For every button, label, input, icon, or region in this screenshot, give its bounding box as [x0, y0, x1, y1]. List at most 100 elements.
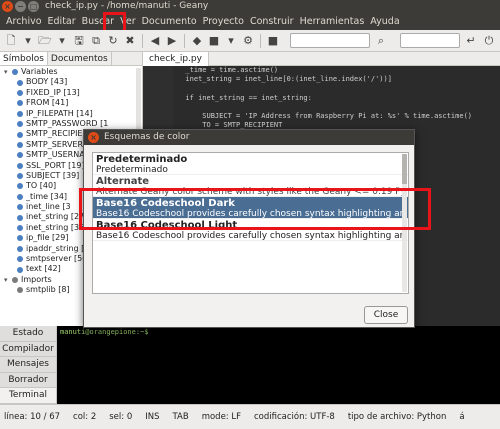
status-extra: á — [459, 412, 465, 422]
code-line: SUBJECT = 'IP Address from Raspberry Pi … — [177, 111, 473, 120]
tab-estado[interactable]: Estado — [0, 326, 56, 342]
selected-scheme-highlight-annotation — [79, 188, 431, 230]
status-encoding: codificación: UTF-8 — [253, 412, 335, 422]
menu-herramientas[interactable]: Herramientas — [297, 13, 368, 30]
variable-icon — [17, 131, 23, 138]
close-dialog-icon[interactable]: × — [88, 132, 99, 143]
tree-item[interactable]: FIXED_IP [13] — [0, 88, 142, 98]
window-controls: × − □ — [2, 1, 39, 12]
tree-item-label: TO [40] — [26, 181, 57, 191]
editor-tab-check-ip[interactable]: check_ip.py — [143, 52, 209, 66]
menu-bar: Archivo Editar Buscar Ver Documento Proy… — [0, 13, 500, 30]
variable-icon — [17, 173, 23, 180]
revert-icon[interactable]: ↻ — [106, 34, 120, 48]
back-arrow-icon[interactable]: ◀ — [148, 34, 162, 48]
toolbar: 🗋 ▾ 🗁 ▾ 🖫 ⧉ ↻ ✖ ◀ ▶ ◆ ■ ▾ ⚙ ■ ⌕ ↵ ⏻ — [0, 30, 500, 52]
minimize-window-icon[interactable]: − — [15, 1, 26, 12]
menu-proyecto[interactable]: Proyecto — [200, 13, 247, 30]
find-icon[interactable]: ⌕ — [374, 34, 388, 48]
forward-arrow-icon[interactable]: ▶ — [165, 34, 179, 48]
menu-archivo[interactable]: Archivo — [3, 13, 45, 30]
status-line: línea: 10 / 67 — [4, 412, 61, 422]
tab-mensajes[interactable]: Mensajes — [0, 357, 56, 373]
close-file-icon[interactable]: ✖ — [123, 34, 137, 48]
variable-icon — [17, 79, 23, 86]
code-line: if inet_string == inet_string: — [177, 93, 312, 102]
tree-item[interactable]: SMTP_PASSWORD [1 — [0, 119, 142, 129]
chevron-down-icon[interactable]: ▾ — [4, 275, 12, 285]
variable-icon — [17, 141, 23, 148]
tree-item-label: inet_line [3 — [26, 202, 71, 212]
variable-icon — [17, 110, 23, 117]
tree-item-label: smtplib [8] — [26, 285, 70, 295]
search-input[interactable] — [290, 33, 370, 48]
tab-documentos[interactable]: Documentos — [48, 52, 112, 65]
tab-terminal[interactable]: Terminal — [0, 388, 56, 404]
tab-simbolos[interactable]: Símbolos — [0, 52, 48, 65]
tab-borrador[interactable]: Borrador — [0, 372, 56, 389]
goto-line-input[interactable] — [400, 33, 460, 48]
variable-icon — [17, 225, 23, 232]
status-ins: INS — [145, 412, 160, 422]
scheme-item-predeterminado[interactable]: Predeterminado Predeterminado — [93, 153, 408, 175]
variable-icon — [17, 193, 23, 200]
chevron-down-icon[interactable]: ▾ — [4, 67, 12, 77]
color-chooser-icon[interactable]: ■ — [266, 34, 280, 48]
goto-line-icon[interactable]: ↵ — [464, 34, 478, 48]
open-file-icon[interactable]: 🗁 — [38, 34, 52, 48]
editor-tab-strip: check_ip.py — [143, 52, 500, 66]
scheme-description: Base16 Codeschool provides carefully cho… — [96, 231, 405, 241]
terminal[interactable]: manuti@orangepione:~$ — [57, 326, 500, 404]
menu-construir[interactable]: Construir — [247, 13, 297, 30]
tab-compilador[interactable]: Compilador — [0, 341, 56, 358]
new-file-icon[interactable]: 🗋 — [4, 34, 18, 48]
import-icon — [17, 287, 23, 294]
tree-item-label: FROM [41] — [26, 98, 69, 108]
quit-icon[interactable]: ⏻ — [482, 34, 496, 48]
close-window-icon[interactable]: × — [2, 1, 13, 12]
menu-editar[interactable]: Editar — [45, 13, 79, 30]
maximize-window-icon[interactable]: □ — [28, 1, 39, 12]
tree-group-variables[interactable]: ▾ Variables — [0, 67, 142, 77]
close-button[interactable]: Close — [364, 306, 408, 324]
dropdown-arrow-icon[interactable]: ▾ — [224, 34, 238, 48]
variable-icon — [17, 100, 23, 107]
tree-item[interactable]: FROM [41] — [0, 98, 142, 108]
dropdown-arrow-icon[interactable]: ▾ — [55, 34, 69, 48]
code-line: inet_string = inet_line[0:(inet_line.ind… — [177, 75, 392, 84]
toolbar-separator — [260, 33, 261, 48]
tree-item[interactable]: BODY [43] — [0, 77, 142, 87]
compile-icon[interactable]: ◆ — [190, 34, 204, 48]
terminal-prompt: manuti@orangepione:~$ — [60, 328, 149, 336]
variable-icon — [17, 214, 23, 221]
status-filetype: tipo de archivo: Python — [347, 412, 447, 422]
variable-icon — [17, 204, 23, 211]
tree-item-label: BODY [43] — [26, 77, 68, 87]
tree-item[interactable]: IP_FILEPATH [14] — [0, 109, 142, 119]
toolbar-separator — [184, 33, 185, 48]
variable-icon — [17, 266, 23, 273]
variable-icon — [17, 162, 23, 169]
title-bar: × − □ check_ip.py - /home/manuti - Geany — [0, 0, 500, 13]
tree-item-label: FIXED_IP [13] — [26, 87, 80, 97]
tree-item-label: SSL_PORT [19] — [26, 160, 85, 170]
save-icon[interactable]: 🖫 — [72, 34, 86, 48]
status-col: col: 2 — [73, 412, 97, 422]
tree-item-label: IP_FILEPATH [14] — [26, 108, 93, 118]
variable-icon — [17, 245, 23, 252]
dialog-title-bar: × Esquemas de color — [84, 130, 414, 145]
tree-group-label: Imports — [21, 274, 52, 284]
tree-item-label: smtpserver [50] — [26, 254, 91, 264]
dropdown-arrow-icon[interactable]: ▾ — [21, 34, 35, 48]
scrollbar-thumb[interactable] — [402, 154, 407, 184]
build-icon[interactable]: ■ — [207, 34, 221, 48]
variable-icon — [17, 256, 23, 263]
menu-ayuda[interactable]: Ayuda — [367, 13, 402, 30]
variable-icon — [12, 69, 18, 76]
save-all-icon[interactable]: ⧉ — [89, 34, 103, 48]
menu-documento[interactable]: Documento — [139, 13, 200, 30]
execute-icon[interactable]: ⚙ — [241, 34, 255, 48]
dialog-title: Esquemas de color — [104, 132, 190, 142]
window-title: check_ip.py - /home/manuti - Geany — [45, 1, 209, 11]
